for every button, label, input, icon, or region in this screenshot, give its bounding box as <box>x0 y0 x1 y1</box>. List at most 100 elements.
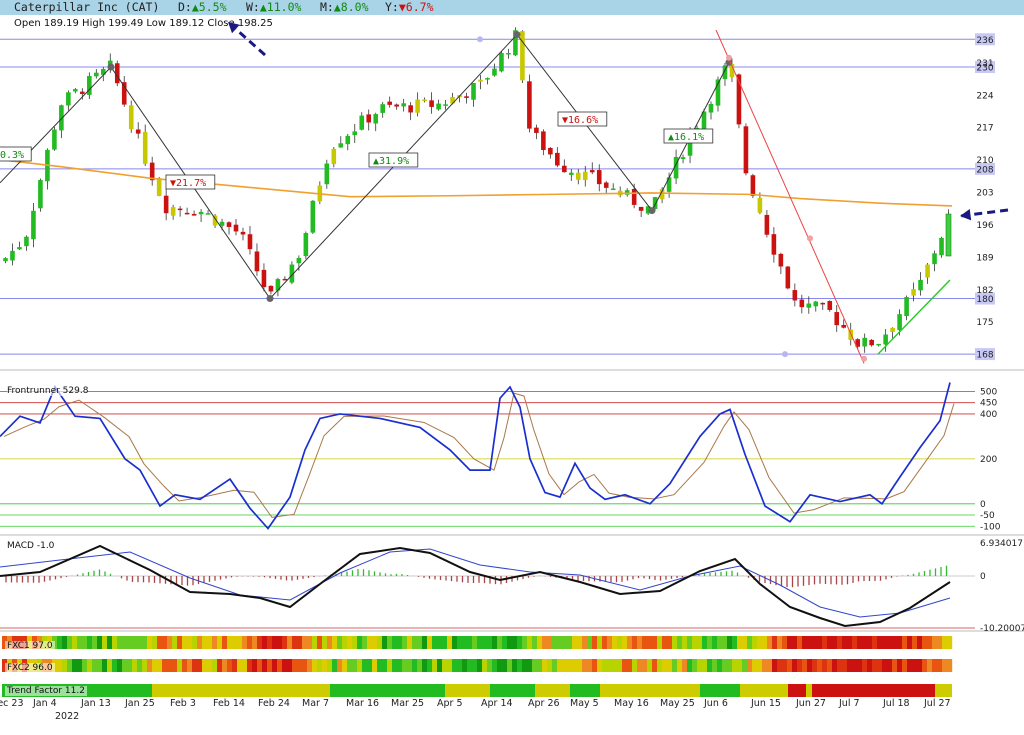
fxc2-cell <box>692 659 698 672</box>
fxc2-cell <box>842 659 848 672</box>
candle-body <box>31 210 36 240</box>
fxc1-cell <box>207 636 213 649</box>
candle-body <box>506 52 511 55</box>
fxc2-cell <box>917 659 923 672</box>
trend-factor-segment <box>788 684 806 697</box>
candle-body <box>401 103 406 107</box>
fxc2-cell <box>947 659 953 672</box>
fxc1-cell <box>122 636 128 649</box>
swing-label-text: 0.3% <box>0 150 24 161</box>
fxc1-cell <box>102 636 108 649</box>
fxc1-cell <box>57 636 63 649</box>
fxc2-cell <box>357 659 363 672</box>
fxc1-cell <box>197 636 203 649</box>
candle-body <box>799 299 805 308</box>
trend-factor-segment <box>935 684 952 697</box>
fxc2-cell <box>542 659 548 672</box>
fxc2-cell <box>627 659 633 672</box>
fxc1-cell <box>202 636 208 649</box>
fxc2-cell <box>302 659 308 672</box>
fxc2-cell <box>82 659 88 672</box>
trend-factor-segment <box>600 684 660 697</box>
fxc2-cell <box>582 659 588 672</box>
fxc2-cell <box>537 659 543 672</box>
macd-axis-label: -10.20007 <box>980 624 1024 634</box>
fxc1-cell <box>922 636 928 649</box>
frontrunner-label: Frontrunner 529.8 <box>7 386 89 396</box>
trend-factor-segment <box>152 684 330 697</box>
candle-body <box>785 266 791 289</box>
fxc1-cell <box>622 636 628 649</box>
candle-body <box>135 129 141 134</box>
candle-body <box>939 237 944 256</box>
candle-body <box>387 101 392 105</box>
fxc2-cell <box>447 659 453 672</box>
fxc1-cell <box>552 636 558 649</box>
swing-point-marker <box>513 31 521 39</box>
fxc1-cell <box>332 636 338 649</box>
fxc1-cell <box>762 636 768 649</box>
candle-body <box>792 290 798 301</box>
fxc1-cell <box>177 636 183 649</box>
candle-body <box>904 297 909 317</box>
fxc1-cell <box>152 636 158 649</box>
x-tick-label: Jan 4 <box>33 698 57 709</box>
swing-label-text: ▼16.6% <box>562 115 598 126</box>
fxc1-cell <box>257 636 263 649</box>
fxc2-cell <box>907 659 913 672</box>
fxc1-cell <box>897 636 903 649</box>
fxc1-cell <box>947 636 953 649</box>
candle-body <box>408 105 413 113</box>
frontrunner-axis-label: 200 <box>980 455 997 465</box>
price-axis-label: 189 <box>976 253 993 263</box>
fxc2-cell <box>352 659 358 672</box>
candle-body <box>359 115 365 130</box>
fxc2-cell <box>212 659 218 672</box>
fxc1-cell <box>787 636 793 649</box>
candle-body <box>338 143 344 148</box>
fxc1-cell <box>307 636 313 649</box>
fxc1-cell <box>287 636 293 649</box>
candle-body <box>80 91 85 94</box>
fxc2-cell <box>862 659 868 672</box>
fxc1-cell <box>77 636 83 649</box>
swing-point-marker <box>107 63 115 71</box>
fxc2-cell <box>742 659 748 672</box>
fxc2-cell <box>252 659 258 672</box>
trendline-marker <box>807 235 813 242</box>
fxc1-cell <box>322 636 328 649</box>
fxc1-cell <box>67 636 73 649</box>
fxc1-cell <box>932 636 938 649</box>
fxc2-cell <box>67 659 73 672</box>
fxc1-cell <box>902 636 908 649</box>
fxc1-cell <box>682 636 688 649</box>
fxc1-cell <box>142 636 148 649</box>
x-tick-label: May 16 <box>614 698 649 709</box>
fxc2-cell <box>242 659 248 672</box>
swing-point-marker <box>266 295 274 303</box>
candle-body <box>478 79 483 82</box>
candle-body <box>52 129 57 150</box>
price-axis-label: 210 <box>976 156 993 166</box>
price-axis-label: 203 <box>976 189 993 199</box>
candle-body <box>708 103 714 113</box>
fxc2-cell <box>72 659 78 672</box>
fxc2-cell <box>247 659 253 672</box>
candle-body <box>415 99 420 113</box>
x-tick-label: Mar 25 <box>391 698 425 709</box>
fxc1-cell <box>607 636 613 649</box>
fxc2-cell <box>282 659 288 672</box>
fxc2-cell <box>317 659 323 672</box>
fxc2-cell <box>57 659 63 672</box>
fxc1-cell <box>497 636 503 649</box>
fxc1-cell <box>252 636 258 649</box>
fxc1-cell <box>312 636 318 649</box>
fxc2-cell <box>597 659 603 672</box>
candle-body <box>352 131 358 136</box>
candle-body <box>562 165 567 173</box>
fxc2-cell <box>277 659 283 672</box>
fxc2-cell <box>437 659 443 672</box>
fxc2-cell <box>337 659 343 672</box>
fxc2-cell <box>562 659 568 672</box>
fxc2-cell <box>617 659 623 672</box>
